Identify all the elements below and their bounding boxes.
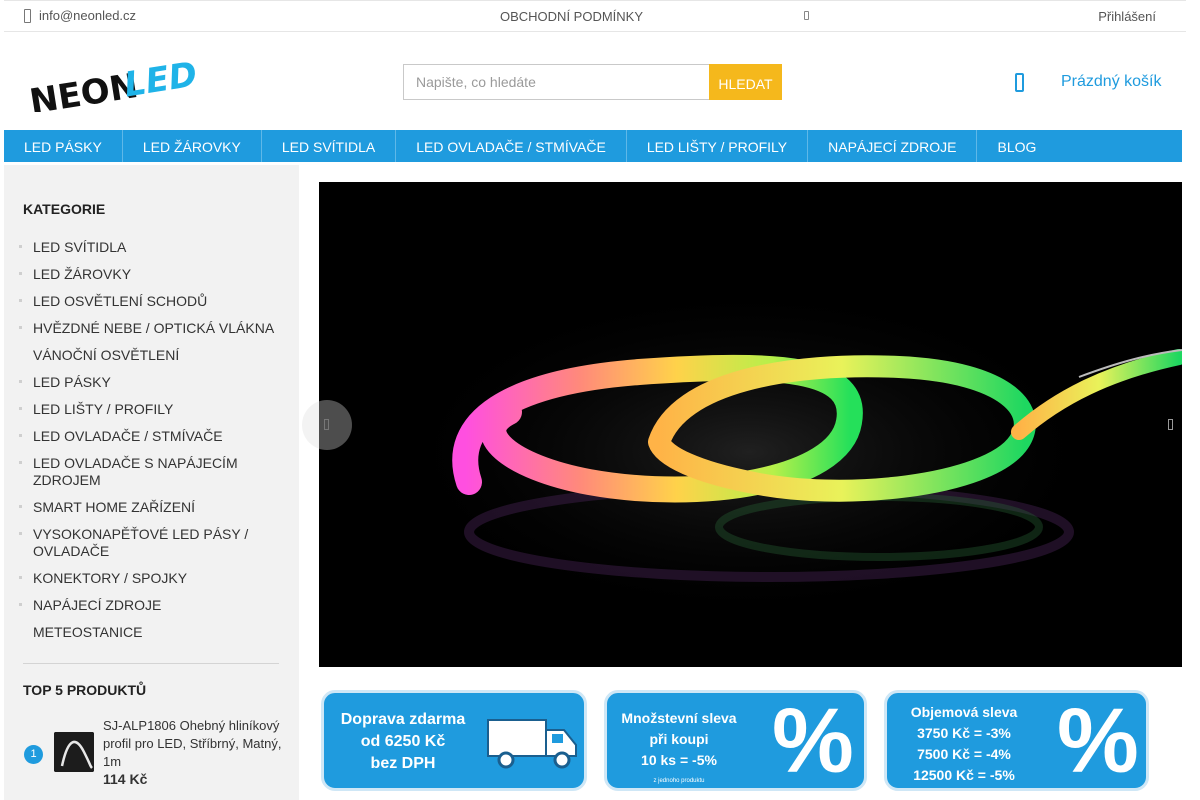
nav-item-led-ovladace[interactable]: LED OVLADAČE / STMÍVAČE <box>396 130 627 162</box>
banner-small-text: z jednoho produktu <box>653 778 705 784</box>
logo-text-led: LED <box>121 55 199 106</box>
hero-slider-image[interactable] <box>319 182 1182 667</box>
banner-line: Množstevní sleva <box>621 710 737 726</box>
slider-prev-button[interactable] <box>302 400 352 450</box>
search-button[interactable]: HLEDAT <box>709 64 782 100</box>
nav-item-led-svitidla[interactable]: LED SVÍTIDLA <box>262 130 397 162</box>
bullet-icon <box>19 532 22 535</box>
contact-email-text: info@neonled.cz <box>39 8 137 23</box>
banner-volume-discount[interactable]: Objemová sleva 3750 Kč = -3% 7500 Kč = -… <box>884 690 1149 791</box>
bullet-icon <box>19 326 22 329</box>
arrow-icon[interactable] <box>804 11 809 20</box>
banner-line: Objemová sleva <box>910 704 1018 720</box>
category-item[interactable]: VYSOKONAPĚŤOVÉ LED PÁSY / OVLADAČE <box>17 526 287 560</box>
category-item[interactable]: KONEKTORY / SPOJKY <box>17 570 287 587</box>
category-item[interactable]: VÁNOČNÍ OSVĚTLENÍ <box>17 347 287 364</box>
chevron-right-icon[interactable] <box>1168 419 1173 430</box>
percent-icon: % <box>1057 690 1139 791</box>
nav-item-led-zarovky[interactable]: LED ŽÁROVKY <box>123 130 262 162</box>
bullet-icon <box>19 434 22 437</box>
banner-line: při koupi <box>649 731 709 747</box>
category-item[interactable]: LED ŽÁROVKY <box>17 266 287 283</box>
search-bar: HLEDAT <box>403 64 782 100</box>
product-thumbnail[interactable] <box>54 732 94 772</box>
bullet-icon <box>19 461 22 464</box>
banner-text: Objemová sleva 3750 Kč = -3% 7500 Kč = -… <box>899 702 1029 786</box>
category-item[interactable]: LED OVLADAČE / STMÍVAČE <box>17 428 287 445</box>
category-label: LED OVLADAČE / STMÍVAČE <box>33 428 223 444</box>
category-label: HVĚZDNÉ NEBE / OPTICKÁ VLÁKNA <box>33 320 275 336</box>
mail-icon <box>24 8 31 23</box>
bullet-icon <box>19 603 22 606</box>
top-products-title: TOP 5 PRODUKTŮ <box>23 682 147 698</box>
percent-icon: % <box>772 690 854 791</box>
banner-line: 7500 Kč = -4% <box>917 746 1011 762</box>
bullet-icon <box>19 407 22 410</box>
category-item[interactable]: LED LIŠTY / PROFILY <box>17 401 287 418</box>
banner-text: Doprava zdarma od 6250 Kč bez DPH <box>338 709 468 775</box>
category-item[interactable]: NAPÁJECÍ ZDROJE <box>17 597 287 614</box>
banner-line: 3750 Kč = -3% <box>917 725 1011 741</box>
bullet-icon <box>19 380 22 383</box>
category-label: LED SVÍTIDLA <box>33 239 127 255</box>
nav-item-blog[interactable]: BLOG <box>977 130 1056 162</box>
category-label: LED OVLADAČE S NAPÁJECÍM ZDROJEM <box>33 455 238 488</box>
contact-email[interactable]: info@neonled.cz <box>24 8 136 23</box>
nav-item-led-pasky[interactable]: LED PÁSKY <box>4 130 123 162</box>
category-label: LED PÁSKY <box>33 374 111 390</box>
banner-line: 12500 Kč = -5% <box>913 767 1015 783</box>
category-list: LED SVÍTIDLA LED ŽÁROVKY LED OSVĚTLENÍ S… <box>17 239 287 651</box>
bullet-icon <box>19 272 22 275</box>
top-bar: info@neonled.cz OBCHODNÍ PODMÍNKY Přihlá… <box>4 0 1186 32</box>
truck-icon <box>487 719 577 769</box>
category-item[interactable]: METEOSTANICE <box>17 624 287 641</box>
category-label: METEOSTANICE <box>33 624 143 640</box>
rank-badge: 1 <box>24 745 43 764</box>
category-item[interactable]: SMART HOME ZAŘÍZENÍ <box>17 499 287 516</box>
category-label: VÁNOČNÍ OSVĚTLENÍ <box>33 347 180 363</box>
cart-link[interactable]: Prázdný košík <box>1061 73 1161 91</box>
site-logo[interactable]: NEON LED <box>26 48 201 123</box>
login-link[interactable]: Přihlášení <box>1098 9 1156 24</box>
category-label: LED LIŠTY / PROFILY <box>33 401 174 417</box>
bullet-icon <box>19 576 22 579</box>
nav-item-led-listy[interactable]: LED LIŠTY / PROFILY <box>627 130 809 162</box>
category-item[interactable]: HVĚZDNÉ NEBE / OPTICKÁ VLÁKNA <box>17 320 287 337</box>
sidebar-divider <box>23 663 279 664</box>
banner-line: bez DPH <box>370 755 436 772</box>
category-label: NAPÁJECÍ ZDROJE <box>33 597 162 613</box>
category-label: KONEKTORY / SPOJKY <box>33 570 188 586</box>
bullet-icon <box>19 245 22 248</box>
search-input[interactable] <box>403 64 709 100</box>
chevron-left-icon <box>324 419 329 430</box>
sidebar: KATEGORIE LED SVÍTIDLA LED ŽÁROVKY LED O… <box>4 165 299 800</box>
category-item[interactable]: LED PÁSKY <box>17 374 287 391</box>
main-nav: LED PÁSKY LED ŽÁROVKY LED SVÍTIDLA LED O… <box>4 130 1182 162</box>
product-name[interactable]: SJ-ALP1806 Ohebný hliníkový profil pro L… <box>103 717 283 771</box>
banner-line: Doprava zdarma <box>340 711 466 728</box>
bullet-icon <box>19 299 22 302</box>
category-label: SMART HOME ZAŘÍZENÍ <box>33 499 196 515</box>
bullet-icon <box>19 505 22 508</box>
categories-title: KATEGORIE <box>23 201 106 217</box>
category-item[interactable]: LED OSVĚTLENÍ SCHODŮ <box>17 293 287 310</box>
terms-link[interactable]: OBCHODNÍ PODMÍNKY <box>500 9 643 24</box>
cart-icon[interactable] <box>1015 73 1024 92</box>
category-item[interactable]: LED SVÍTIDLA <box>17 239 287 256</box>
nav-item-napajeci-zdroje[interactable]: NAPÁJECÍ ZDROJE <box>808 130 978 162</box>
product-price: 114 Kč <box>103 771 148 787</box>
banner-quantity-discount[interactable]: Množstevní sleva při koupi 10 ks = -5% z… <box>604 690 867 791</box>
category-label: LED ŽÁROVKY <box>33 266 132 282</box>
banner-text: Množstevní sleva při koupi 10 ks = -5% z… <box>619 708 739 788</box>
top-product-item[interactable]: 1 SJ-ALP1806 Ohebný hliníkový profil pro… <box>23 717 288 789</box>
category-label: LED OSVĚTLENÍ SCHODŮ <box>33 293 208 309</box>
category-label: VYSOKONAPĚŤOVÉ LED PÁSY / OVLADAČE <box>33 526 249 559</box>
banner-line: od 6250 Kč <box>360 733 446 750</box>
banner-free-shipping[interactable]: Doprava zdarma od 6250 Kč bez DPH <box>321 690 587 791</box>
banner-line: 10 ks = -5% <box>641 752 717 768</box>
category-item[interactable]: LED OVLADAČE S NAPÁJECÍM ZDROJEM <box>17 455 287 489</box>
